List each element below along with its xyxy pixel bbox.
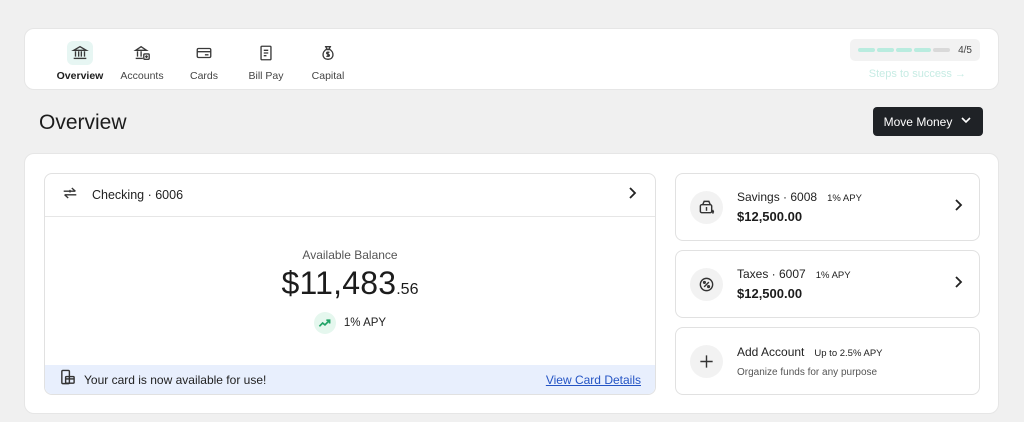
chevron-right-icon — [951, 275, 965, 294]
bank-icon — [67, 41, 93, 65]
move-money-button[interactable]: Move Money — [873, 107, 983, 136]
trending-up-icon — [313, 312, 336, 334]
taxes-account-card[interactable]: Taxes · 6007 1% APY $12,500.00 — [675, 250, 980, 318]
percent-icon — [690, 267, 723, 301]
view-card-details-link[interactable]: View Card Details — [546, 373, 641, 387]
nav-item-bill-pay[interactable]: Bill Pay — [235, 41, 297, 82]
account-name: Savings · 6008 — [737, 190, 818, 204]
steps-to-success-link[interactable]: Steps to success → — [869, 68, 966, 80]
add-account-title: Add Account — [737, 344, 805, 359]
progress-segment — [895, 48, 913, 52]
card-icon — [191, 41, 217, 65]
account-balance: $12,500.00 — [737, 209, 803, 224]
page-title: Overview — [39, 111, 127, 134]
apy-row: 1% APY — [45, 312, 655, 334]
savings-icon — [690, 190, 723, 224]
nav-item-accounts[interactable]: Accounts — [111, 41, 173, 82]
accounts-icon — [129, 41, 155, 65]
account-name: Taxes · 6007 — [737, 267, 806, 281]
accounts-overview-card: Checking · 6006 Available Balance $11,48… — [24, 153, 999, 414]
savings-account-card[interactable]: Savings · 6008 1% APY $12,500.00 — [675, 173, 980, 241]
progress-segment — [858, 48, 875, 52]
checking-account-card: Checking · 6006 Available Balance $11,48… — [44, 173, 656, 395]
progress-segment — [933, 48, 951, 52]
balance-cents: .56 — [396, 281, 419, 298]
banner-text: Your card is now available for use! — [84, 372, 267, 387]
checking-apy: 1% APY — [343, 317, 387, 329]
add-account-card[interactable]: Add Account Up to 2.5% APY Organize fund… — [675, 327, 980, 395]
main-nav: Overview Accounts Cards Bill Pay Capital — [49, 41, 359, 82]
balance-whole: $11,483 — [281, 265, 397, 301]
card-phone-icon — [59, 369, 76, 391]
progress-segment — [914, 48, 932, 52]
transfer-icon — [61, 184, 79, 207]
chevron-right-icon[interactable] — [625, 186, 639, 205]
nav-label: Overview — [56, 70, 104, 82]
checking-account-header[interactable]: Checking · 6006 — [45, 174, 655, 217]
apy-badge: 1% APY — [815, 270, 851, 281]
plus-icon — [690, 344, 723, 378]
checking-account-name: Checking · 6006 — [92, 188, 184, 202]
money-bag-icon — [315, 41, 341, 65]
add-account-subtitle: Organize funds for any purpose — [737, 366, 878, 378]
nav-item-capital[interactable]: Capital — [297, 41, 359, 82]
progress-segment — [876, 48, 894, 52]
nav-label: Capital — [311, 70, 345, 82]
progress-track — [858, 48, 951, 52]
nav-label: Bill Pay — [248, 70, 284, 82]
chevron-down-icon — [960, 114, 972, 129]
bill-icon — [253, 41, 279, 65]
apy-badge: Up to 2.5% APY — [814, 347, 883, 359]
move-money-label: Move Money — [883, 114, 953, 129]
available-balance-label: Available Balance — [302, 248, 398, 262]
nav-label: Cards — [189, 70, 218, 82]
onboarding-progress: 4/5 — [850, 39, 980, 61]
nav-item-overview[interactable]: Overview — [49, 41, 111, 82]
progress-count: 4/5 — [958, 44, 972, 56]
top-nav-bar: Overview Accounts Cards Bill Pay Capital — [24, 28, 999, 90]
available-balance: $11,483.56 — [45, 265, 655, 302]
nav-label: Accounts — [120, 70, 164, 82]
account-balance: $12,500.00 — [737, 286, 803, 301]
chevron-right-icon — [951, 198, 965, 217]
apy-badge: 1% APY — [827, 193, 862, 204]
nav-item-cards[interactable]: Cards — [173, 41, 235, 82]
card-available-banner: Your card is now available for use! View… — [45, 365, 655, 394]
